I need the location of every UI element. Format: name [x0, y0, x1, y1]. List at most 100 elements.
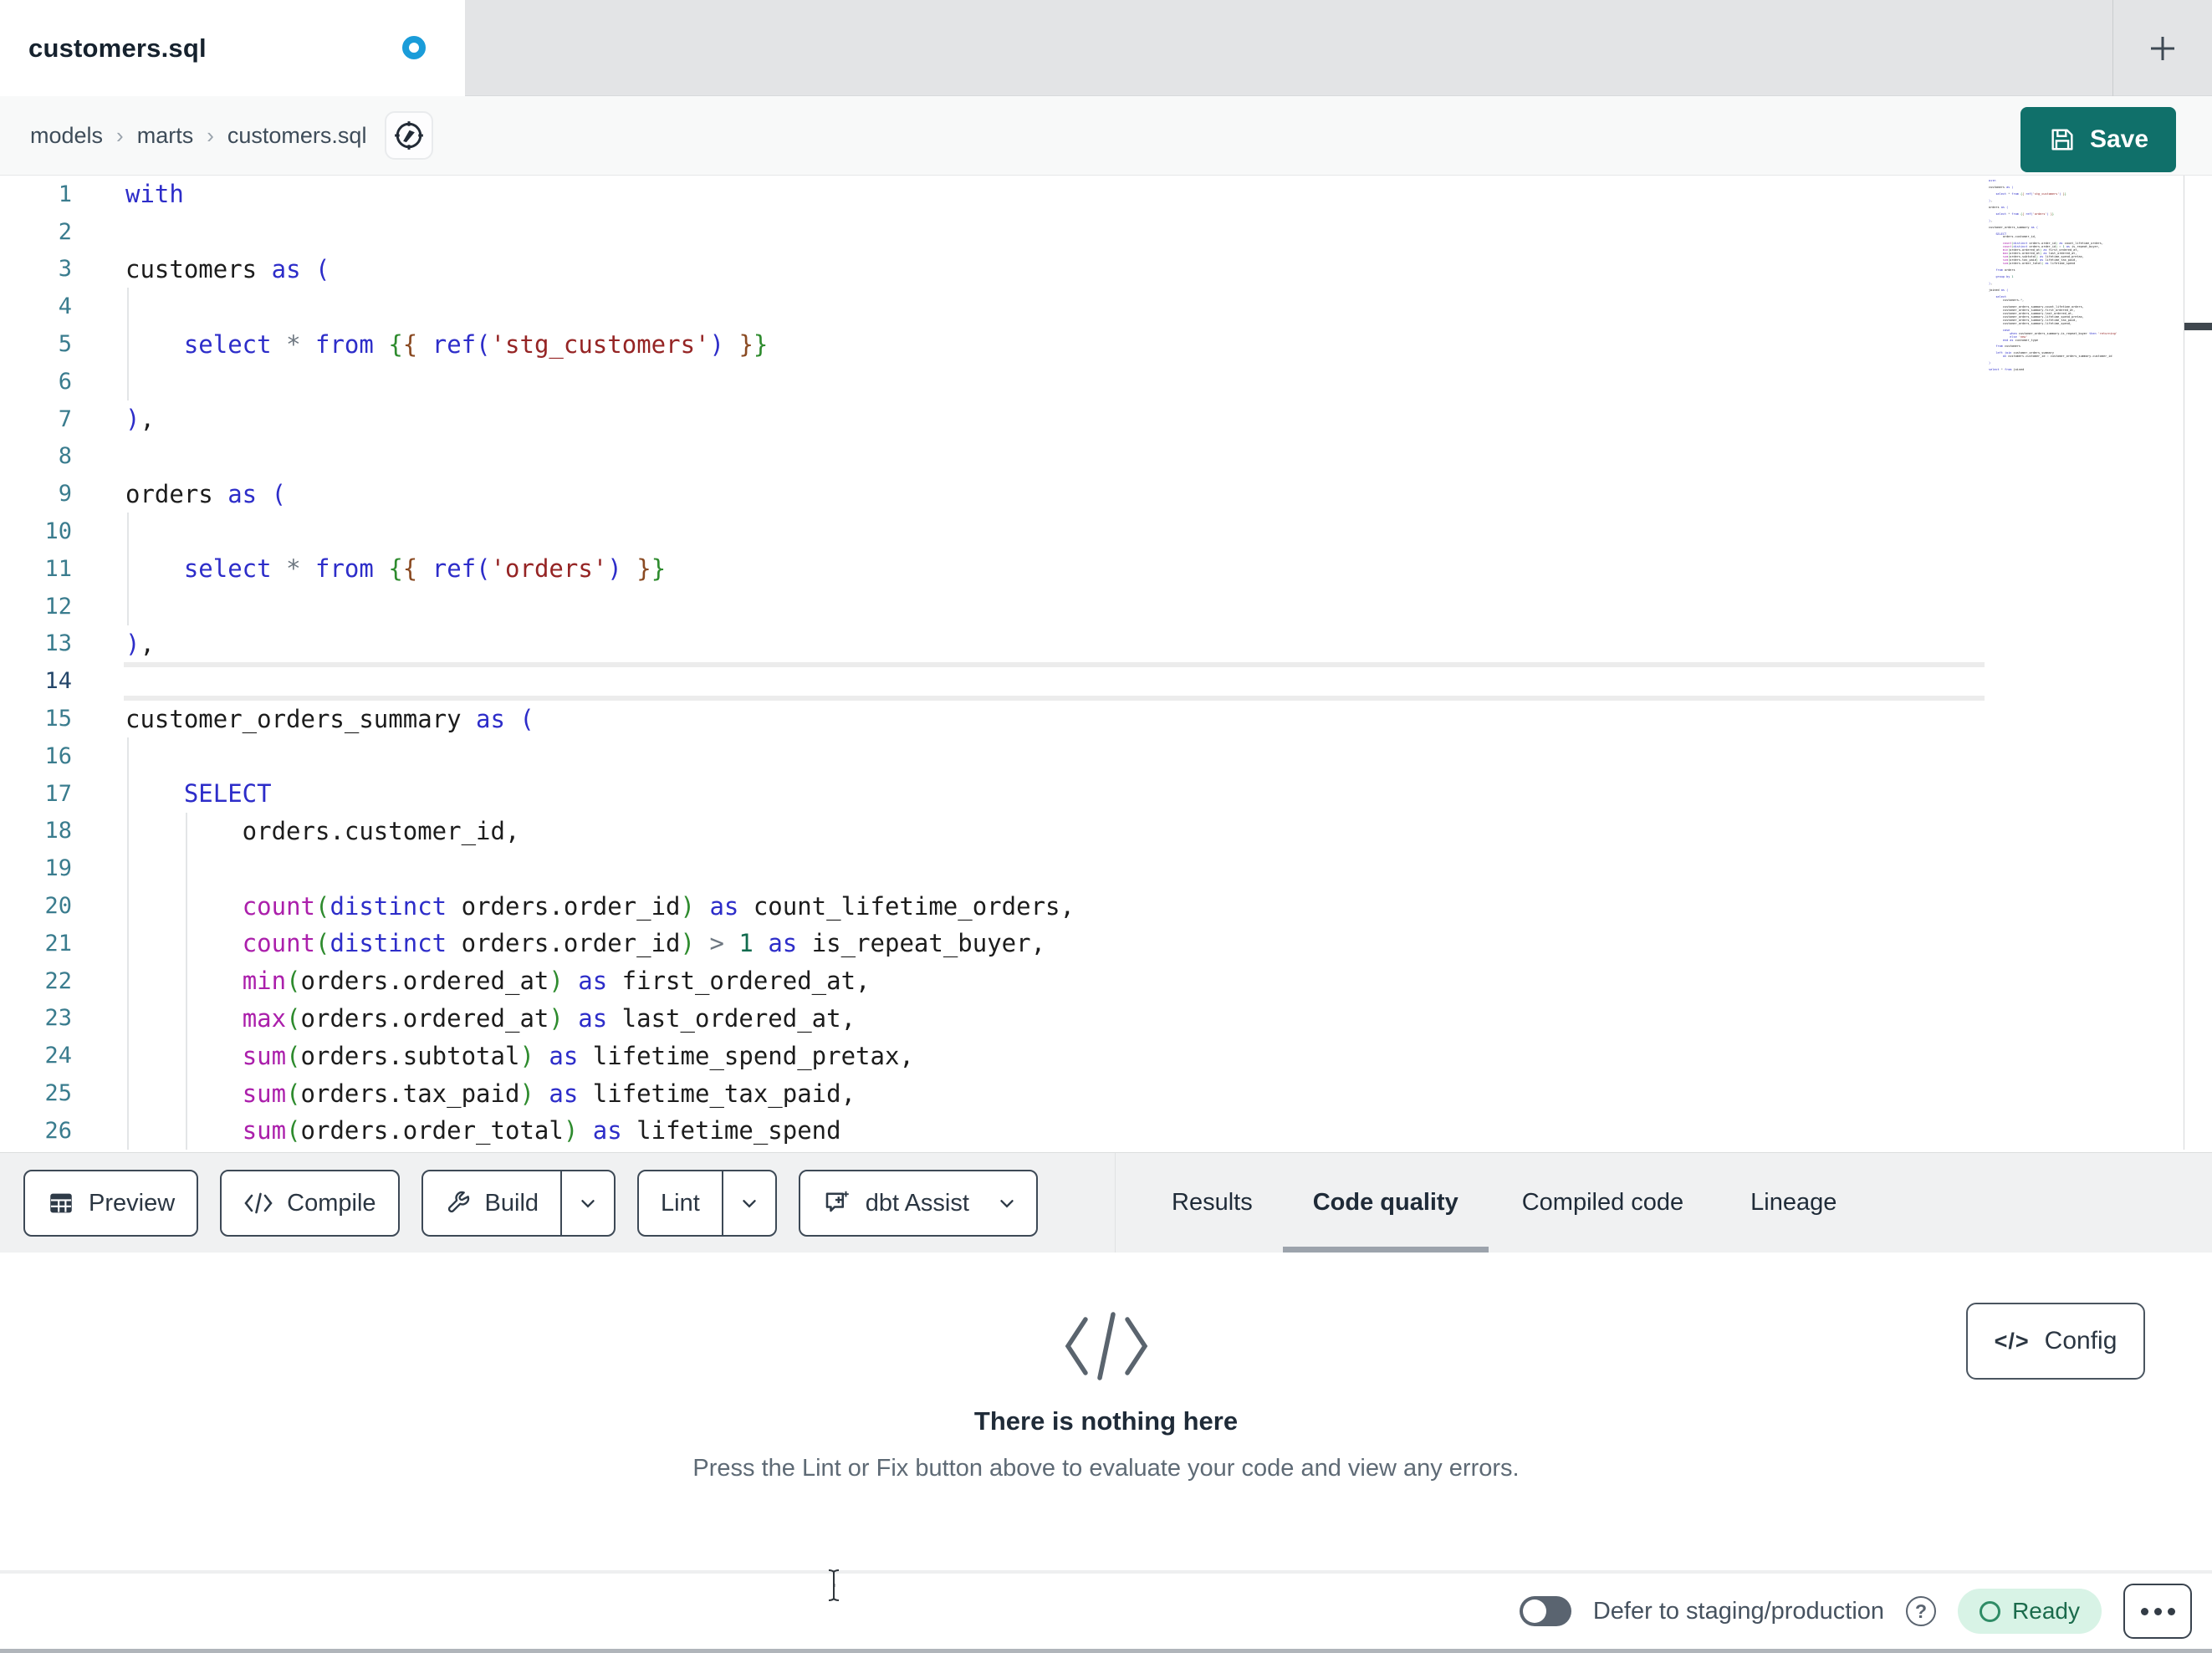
minimap[interactable]: with customers as ( select * from {{ ref(… [1989, 180, 2146, 377]
code-line[interactable]: 8 [0, 438, 2212, 476]
code-line[interactable]: 13), [0, 625, 2212, 663]
breadcrumb-separator: › [207, 122, 214, 148]
tab-lineage-label: Lineage [1750, 1189, 1837, 1216]
code-line[interactable]: 21 count(distinct orders.order_id) > 1 a… [0, 925, 2212, 962]
line-number: 14 [44, 668, 72, 695]
minimap-line: select * from joined [1989, 368, 2025, 372]
code-text: ), [125, 405, 155, 434]
empty-state-subtitle: Press the Lint or Fix button above to ev… [692, 1455, 1520, 1482]
chevron-down-icon [743, 1200, 756, 1208]
code-text: count(distinct orders.order_id) > 1 as i… [242, 929, 1046, 958]
code-glyph-icon: </> [1994, 1328, 2030, 1354]
defer-toggle[interactable] [1519, 1596, 1571, 1626]
code-editor[interactable]: 1 with 2 3 customers as (4 5 select * from {{… [0, 176, 2212, 1150]
save-button[interactable]: Save [2020, 107, 2176, 172]
code-line[interactable]: 20 count(distinct orders.order_id) as co… [0, 887, 2212, 925]
preview-label: Preview [89, 1189, 176, 1217]
action-strip: Preview Compile Build Lint dbt Assist Re… [0, 1152, 2212, 1253]
code-line[interactable]: 18 orders.customer_id, [0, 813, 2212, 850]
line-number: 25 [44, 1080, 72, 1107]
line-number: 17 [44, 780, 72, 807]
explore-lineage-button[interactable] [385, 111, 434, 160]
build-button[interactable]: Build [421, 1170, 616, 1237]
line-number: 5 [58, 331, 72, 358]
code-line[interactable]: 11 select * from {{ ref('orders') }} [0, 550, 2212, 588]
tab-bar-divider [2112, 0, 2113, 96]
preview-button[interactable]: Preview [23, 1170, 199, 1237]
panel-tabs: Results Code quality Compiled code Linea… [1142, 1153, 1870, 1253]
tab-results-label: Results [1172, 1189, 1253, 1216]
tab-customers-sql[interactable]: customers.sql [0, 0, 465, 97]
tab-lineage[interactable]: Lineage [1717, 1153, 1870, 1253]
build-label: Build [484, 1189, 539, 1217]
empty-state-title: There is nothing here [973, 1406, 1239, 1436]
code-line[interactable]: 12 [0, 588, 2212, 625]
build-dropdown[interactable] [560, 1171, 614, 1235]
breadcrumb-separator: › [116, 122, 124, 148]
line-number: 2 [58, 218, 72, 245]
line-number: 22 [44, 967, 72, 994]
code-line[interactable]: 25 sum(orders.tax_paid) as lifetime_tax_… [0, 1074, 2212, 1112]
tab-results[interactable]: Results [1142, 1153, 1283, 1253]
tab-code-quality-label: Code quality [1312, 1189, 1458, 1216]
code-line[interactable]: 9 orders as ( [0, 475, 2212, 513]
code-text: with [125, 180, 184, 209]
indent-guide [127, 513, 129, 625]
code-line[interactable]: 3 customers as ( [0, 251, 2212, 288]
table-icon [50, 1193, 72, 1213]
line-number: 8 [58, 443, 72, 470]
code-lines: 1 with 2 3 customers as (4 5 select * from {{… [0, 176, 2212, 1150]
code-line[interactable]: 14 [0, 662, 2212, 700]
code-text: select * from {{ ref('orders') }} [183, 554, 667, 584]
code-line[interactable]: 16 [0, 737, 2212, 775]
code-line[interactable]: 24 sum(orders.subtotal) as lifetime_spen… [0, 1037, 2212, 1074]
indent-guide [186, 813, 187, 1150]
ready-status-badge[interactable]: Ready [1958, 1589, 2102, 1634]
compile-label: Compile [287, 1189, 376, 1217]
code-line[interactable]: 10 [0, 513, 2212, 550]
lint-dropdown[interactable] [721, 1171, 775, 1235]
code-line[interactable]: 17 SELECT [0, 775, 2212, 813]
line-number: 21 [44, 930, 72, 957]
dbt-ide-window: customers.sql models › marts › customers… [0, 0, 2212, 1653]
save-icon [2051, 129, 2073, 151]
dbt-assist-dropdown[interactable] [991, 1171, 1036, 1235]
tab-code-quality[interactable]: Code quality [1282, 1153, 1489, 1253]
chevron-down-icon [1000, 1200, 1014, 1208]
code-line[interactable]: 4 [0, 288, 2212, 325]
code-line[interactable]: 2 [0, 213, 2212, 251]
dbt-assist-button[interactable]: dbt Assist [798, 1170, 1038, 1237]
code-line[interactable]: 22 min(orders.ordered_at) as first_order… [0, 962, 2212, 1000]
code-line[interactable]: 6 [0, 363, 2212, 400]
line-number: 10 [44, 518, 72, 545]
config-button[interactable]: </> Config [1966, 1303, 2145, 1380]
code-line[interactable]: 1 with [0, 176, 2212, 213]
line-number: 1 [58, 181, 72, 207]
code-line[interactable]: 7), [0, 400, 2212, 438]
code-line[interactable]: 15 customer_orders_summary as ( [0, 700, 2212, 737]
code-line[interactable]: 26 sum(orders.order_total) as lifetime_s… [0, 1112, 2212, 1150]
cursor-position-marker[interactable] [2184, 323, 2212, 330]
code-line[interactable]: 19 [0, 849, 2212, 887]
line-number: 16 [44, 742, 72, 769]
window-bottom-edge [0, 1649, 2212, 1653]
line-number: 23 [44, 1005, 72, 1032]
new-tab-button[interactable] [2138, 29, 2188, 68]
code-line[interactable]: 5 select * from {{ ref('stg_customers') … [0, 325, 2212, 363]
empty-state: There is nothing here Press the Lint or … [0, 1253, 2212, 1482]
line-number: 24 [44, 1043, 72, 1069]
compile-button[interactable]: Compile [220, 1170, 400, 1237]
line-number: 11 [44, 555, 72, 582]
line-number: 18 [44, 818, 72, 844]
help-icon[interactable]: ? [1906, 1596, 1937, 1626]
defer-label: Defer to staging/production [1592, 1597, 1885, 1625]
breadcrumb: models › marts › customers.sql Save [0, 96, 2212, 176]
more-options-button[interactable] [2123, 1584, 2192, 1639]
code-line[interactable]: 23 max(orders.ordered_at) as last_ordere… [0, 1000, 2212, 1038]
lint-button[interactable]: Lint [637, 1170, 777, 1237]
line-number: 13 [44, 630, 72, 657]
code-text: customers as ( [125, 254, 330, 283]
tab-compiled-code[interactable]: Compiled code [1489, 1153, 1717, 1253]
code-text: min(orders.ordered_at) as first_ordered_… [242, 967, 871, 996]
code-text: sum(orders.tax_paid) as lifetime_tax_pai… [242, 1079, 856, 1108]
